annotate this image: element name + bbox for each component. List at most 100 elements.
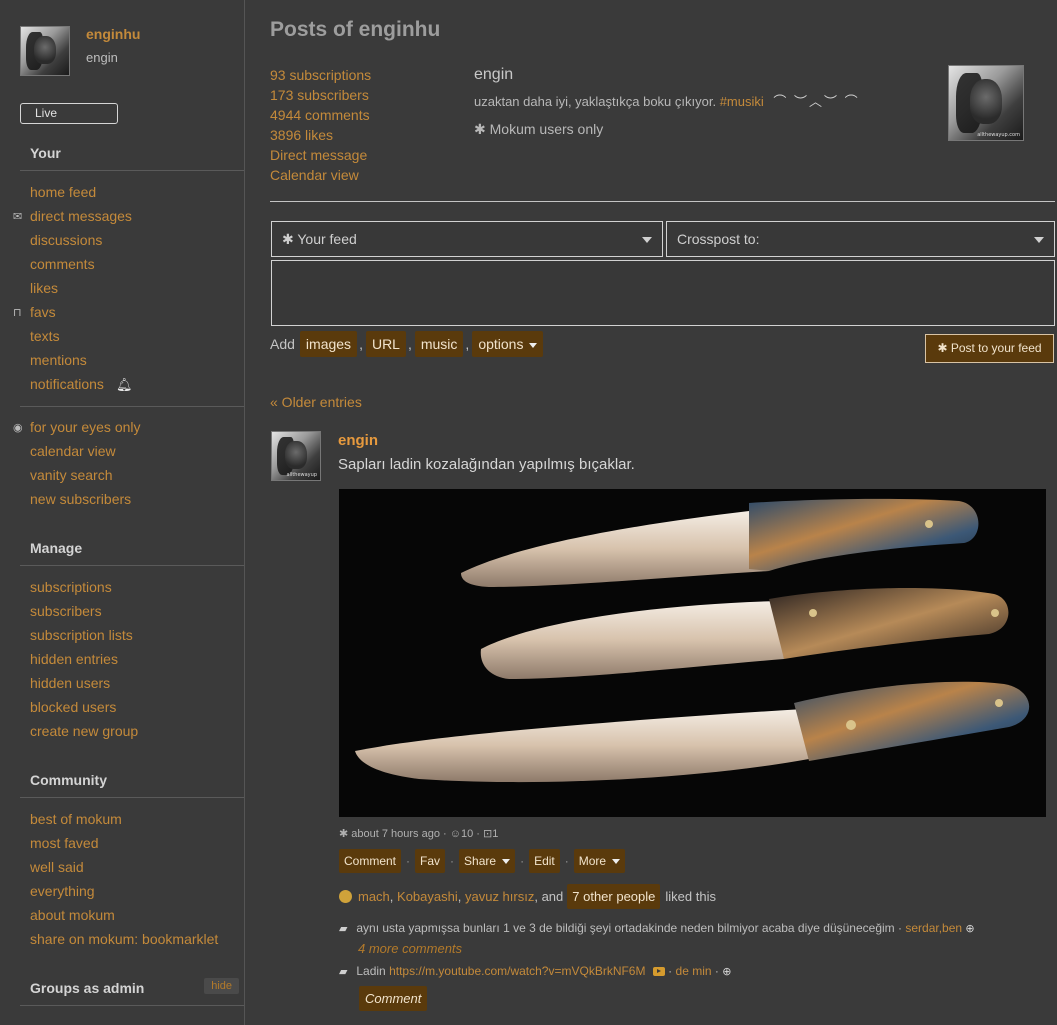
sidebar-username[interactable]: enginhu — [86, 26, 140, 42]
add-label: Add — [270, 336, 295, 352]
groups-as-admin-label: Groups as admin — [30, 980, 145, 996]
hashtag-link[interactable]: #musiki — [720, 94, 764, 109]
add-url-button[interactable]: URL — [365, 331, 406, 357]
hide-button[interactable]: hide — [204, 978, 239, 994]
youtube-link[interactable]: https://m.youtube.com/watch?v=mVQkBrkNF6… — [389, 964, 645, 978]
sidebar-heading-community: Community — [20, 772, 244, 798]
entry-text: Sapları ladin kozalağından yapılmış bıça… — [338, 456, 635, 473]
liker-link[interactable]: yavuz hırsız — [465, 889, 534, 904]
sidebar-item-mentions[interactable]: mentions — [30, 352, 87, 368]
comment-author-link[interactable]: serdar,ben — [905, 921, 962, 935]
sidebar-item-direct-messages[interactable]: direct messages — [30, 208, 132, 224]
stat-likes[interactable]: 3896 likes — [270, 127, 333, 143]
profile-description-text: uzaktan daha iyi, yaklaştıkça boku çıkıy… — [474, 94, 717, 109]
more-comments-link[interactable]: 4 more comments — [358, 941, 462, 956]
page-title: Posts of enginhu — [270, 18, 441, 41]
eye-icon: ◉ — [13, 422, 23, 434]
entry-avatar[interactable]: allthewayup — [271, 431, 321, 481]
older-entries-link[interactable]: « Older entries — [270, 394, 362, 410]
sidebar-item-texts[interactable]: texts — [30, 328, 60, 344]
sidebar-item-for-your-eyes-only[interactable]: for your eyes only — [30, 419, 141, 435]
stat-subscriptions[interactable]: 93 subscriptions — [270, 67, 371, 83]
other-likers-button[interactable]: 7 other people — [567, 884, 661, 909]
sidebar-item-blocked-users[interactable]: blocked users — [30, 699, 116, 715]
avatar[interactable] — [20, 26, 70, 76]
smiley-icon — [339, 890, 352, 903]
sidebar-item-hidden-entries[interactable]: hidden entries — [30, 651, 118, 667]
sidebar-item-subscription-lists[interactable]: subscription lists — [30, 627, 133, 643]
sidebar-item-bookmarklet[interactable]: share on mokum: bookmarklet — [30, 931, 218, 947]
likes-suffix: liked this — [665, 889, 716, 904]
comment-author-link[interactable]: de min — [676, 964, 712, 978]
privacy-note: ✱ Mokum users only — [474, 121, 604, 137]
sidebar-heading-manage: Manage — [20, 540, 244, 566]
share-label: Share — [464, 854, 497, 868]
profile-name: engin — [474, 66, 514, 83]
sidebar-item-best-of-mokum[interactable]: best of mokum — [30, 811, 122, 827]
comment-text: aynı usta yapmışsa bunları 1 ve 3 de bil… — [356, 921, 902, 935]
sidebar-item-subscribers[interactable]: subscribers — [30, 603, 102, 619]
comment-button[interactable]: Comment — [339, 849, 402, 873]
sidebar-item-discussions[interactable]: discussions — [30, 232, 102, 248]
feed-select-value: ✱ Your feed — [282, 231, 357, 247]
direct-message-link[interactable]: Direct message — [270, 147, 367, 163]
sidebar-item-likes[interactable]: likes — [30, 280, 58, 296]
calendar-view-link[interactable]: Calendar view — [270, 167, 359, 183]
header-divider — [270, 201, 1055, 202]
sidebar-divider — [20, 406, 244, 407]
add-music-button[interactable]: music — [414, 331, 464, 357]
sidebar-item-comments[interactable]: comments — [30, 256, 95, 272]
caret-down-icon — [502, 859, 511, 865]
sidebar-item-everything[interactable]: everything — [30, 883, 95, 899]
add-images-button[interactable]: images — [299, 331, 358, 357]
more-label: More — [578, 854, 607, 868]
reply-up-icon[interactable]: ⊕ — [965, 922, 974, 935]
sidebar-item-new-subscribers[interactable]: new subscribers — [30, 491, 131, 507]
comment-prefix: Ladin — [356, 964, 386, 978]
sidebar-realname: engin — [86, 50, 118, 65]
sidebar-item-notifications[interactable]: notifications 🔔︎ — [30, 376, 132, 393]
add-comment-button[interactable]: Comment — [359, 986, 428, 1011]
sidebar-heading-groups-as-admin: Groups as admin hide — [20, 978, 244, 1006]
add-options-button[interactable]: options — [472, 331, 544, 357]
entry-author[interactable]: engin — [338, 432, 378, 449]
liker-link[interactable]: mach — [358, 889, 390, 904]
decorative-glyphs: ⌒ ︶︿︶ ⌒ — [773, 94, 860, 109]
entry-image-knives[interactable] — [339, 489, 1046, 817]
envelope-icon: ✉ — [13, 211, 23, 223]
sidebar-item-subscriptions[interactable]: subscriptions — [30, 579, 112, 595]
entry-actions: Comment · Fav · Share · Edit · More — [339, 849, 626, 873]
post-button[interactable]: ✱ Post to your feed — [925, 334, 1054, 363]
bell-icon[interactable]: 🔔︎ — [116, 377, 133, 393]
sidebar: enginhu engin Live Your home feed ✉ dire… — [0, 0, 245, 1025]
composer-add-row: Add images, URL, music, options — [270, 330, 544, 358]
sidebar-heading-your: Your — [20, 145, 244, 171]
profile-description: uzaktan daha iyi, yaklaştıkça boku çıkıy… — [474, 91, 860, 110]
sidebar-item-most-faved[interactable]: most faved — [30, 835, 98, 851]
crosspost-select[interactable]: Crosspost to: — [666, 221, 1055, 257]
sidebar-item-favs[interactable]: favs — [30, 304, 56, 320]
sidebar-item-create-new-group[interactable]: create new group — [30, 723, 138, 739]
post-textarea[interactable] — [271, 260, 1055, 326]
more-button[interactable]: More — [573, 849, 626, 873]
sidebar-item-home-feed[interactable]: home feed — [30, 184, 96, 200]
likes-row: mach, Kobayashi, yavuz hırsız , and 7 ot… — [339, 884, 716, 909]
stat-comments[interactable]: 4944 comments — [270, 107, 370, 123]
edit-button[interactable]: Edit — [529, 849, 560, 873]
reply-up-icon[interactable]: ⊕ — [722, 965, 731, 978]
sidebar-item-hidden-users[interactable]: hidden users — [30, 675, 110, 691]
chevron-down-icon — [642, 237, 652, 243]
live-toggle[interactable]: Live — [20, 103, 118, 124]
liker-link[interactable]: Kobayashi — [397, 889, 458, 904]
comment-bubble-icon: ▰ — [339, 923, 348, 935]
caret-down-icon — [529, 342, 538, 348]
sidebar-item-vanity-search[interactable]: vanity search — [30, 467, 112, 483]
sidebar-item-calendar-view[interactable]: calendar view — [30, 443, 116, 459]
bookmark-icon: ⊓ — [13, 307, 22, 319]
share-button[interactable]: Share — [459, 849, 516, 873]
sidebar-item-well-said[interactable]: well said — [30, 859, 84, 875]
feed-select[interactable]: ✱ Your feed — [271, 221, 663, 257]
fav-button[interactable]: Fav — [415, 849, 446, 873]
sidebar-item-about-mokum[interactable]: about mokum — [30, 907, 115, 923]
stat-subscribers[interactable]: 173 subscribers — [270, 87, 369, 103]
